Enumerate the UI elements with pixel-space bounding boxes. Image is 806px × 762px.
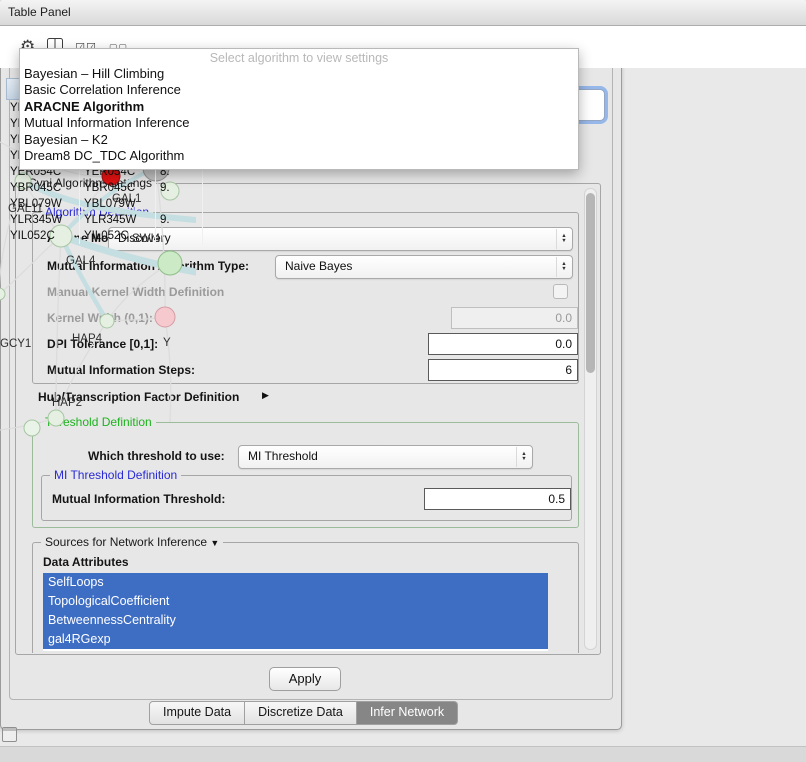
- node-label: GCY1: [0, 338, 31, 350]
- mi-threshold-label: Mutual Information Threshold:: [52, 492, 225, 506]
- stepper-arrows-icon: ▲▼: [516, 447, 531, 467]
- algorithm-dropdown-popup: Select algorithm to view settings Bayesi…: [19, 48, 579, 170]
- attribute-item[interactable]: TopologicalCoefficient: [43, 592, 548, 611]
- bottom-strip: [0, 746, 806, 762]
- mi-type-combobox[interactable]: Naive Bayes ▲▼: [275, 255, 573, 279]
- sources-section-toggle[interactable]: Sources for Network Inference ▼: [41, 535, 223, 549]
- mi-threshold-field[interactable]: 0.5: [424, 488, 571, 510]
- node-label: HAP4: [72, 333, 103, 345]
- node-label: GAL4: [66, 255, 96, 267]
- stepper-arrows-icon: ▲▼: [556, 229, 571, 249]
- dropdown-placeholder: Select algorithm to view settings: [20, 51, 578, 66]
- sources-group: Sources for Network Inference ▼ Data Att…: [32, 542, 579, 653]
- stepper-arrows-icon: ▲▼: [556, 257, 571, 277]
- manual-kernel-checkbox[interactable]: [553, 284, 568, 299]
- dropdown-item[interactable]: Bayesian – Hill Climbing: [20, 66, 578, 82]
- dropdown-item[interactable]: Dream8 DC_TDC Algorithm: [20, 148, 578, 164]
- attribute-item[interactable]: gal4RGexp: [43, 630, 548, 649]
- attribute-item[interactable]: BetweennessCentrality: [43, 611, 548, 630]
- minimized-panel-icon[interactable]: [2, 727, 17, 742]
- settings-scrollbar[interactable]: [584, 188, 597, 650]
- combobox-value: MI Threshold: [248, 446, 318, 467]
- combobox-value: Naive Bayes: [285, 256, 352, 277]
- tab-impute-data[interactable]: Impute Data: [149, 701, 245, 725]
- network-node[interactable]: [48, 410, 64, 426]
- dropdown-item[interactable]: Mutual Information Inference: [20, 115, 578, 131]
- dropdown-item[interactable]: Bayesian – K2: [20, 132, 578, 148]
- attribute-list: SelfLoops TopologicalCoefficient Between…: [43, 573, 548, 651]
- network-node[interactable]: [100, 314, 114, 328]
- tab-infer-network[interactable]: Infer Network: [357, 701, 458, 725]
- attribute-item[interactable]: SelfLoops: [43, 573, 548, 592]
- apply-button[interactable]: Apply: [269, 667, 341, 691]
- kernel-width-field[interactable]: 0.0: [451, 307, 578, 329]
- dropdown-item[interactable]: Basic Correlation Inference: [20, 82, 578, 98]
- data-attributes-label: Data Attributes: [43, 555, 129, 569]
- node-label: Y: [163, 337, 171, 349]
- group-title: MI Threshold Definition: [50, 468, 181, 482]
- dropdown-item-selected[interactable]: ARACNE Algorithm: [20, 99, 578, 115]
- tab-discretize-data[interactable]: Discretize Data: [245, 701, 357, 725]
- desktop: Control Panel ✕ Network Style Select Cyn…: [0, 0, 806, 762]
- which-threshold-label: Which threshold to use:: [88, 449, 225, 463]
- scrollbar-thumb[interactable]: [586, 193, 595, 373]
- node-label: HAP2: [52, 397, 82, 409]
- sources-label: Sources for Network Inference: [45, 535, 207, 549]
- network-node[interactable]: [155, 307, 175, 327]
- network-node[interactable]: [24, 420, 40, 436]
- chevron-down-icon: ▼: [210, 538, 219, 548]
- dpi-tolerance-field[interactable]: 0.0: [428, 333, 578, 355]
- bottom-tab-bar: Impute Data Discretize Data Infer Networ…: [149, 701, 458, 723]
- mi-steps-field[interactable]: 6: [428, 359, 578, 381]
- chevron-right-icon[interactable]: ▶: [262, 390, 269, 401]
- network-node[interactable]: [158, 251, 182, 275]
- which-threshold-combobox[interactable]: MI Threshold ▲▼: [238, 445, 533, 469]
- mi-threshold-group: MI Threshold Definition Mutual Informati…: [41, 475, 572, 521]
